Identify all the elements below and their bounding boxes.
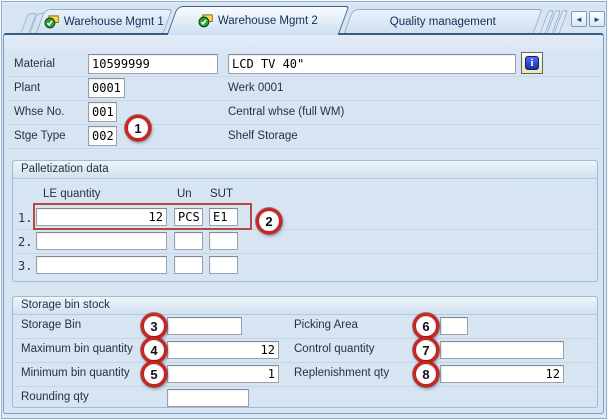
storage-bin-stock-group-title: Storage bin stock bbox=[13, 297, 597, 315]
row-separator bbox=[8, 76, 600, 77]
maximum-bin-quantity-input[interactable] bbox=[167, 341, 279, 359]
stge-type-label: Stge Type bbox=[14, 130, 66, 142]
tab-warehouse-mgmt-1[interactable]: Warehouse Mgmt 1 bbox=[35, 9, 172, 34]
tab-label: Warehouse Mgmt 2 bbox=[218, 15, 318, 27]
stge-type-input[interactable] bbox=[88, 126, 117, 146]
plant-input[interactable] bbox=[88, 78, 125, 98]
annotation-circle-2: 2 bbox=[256, 208, 282, 234]
plant-description: Werk 0001 bbox=[228, 82, 283, 94]
stge-type-description: Shelf Storage bbox=[228, 130, 298, 142]
annotation-circle-8: 8 bbox=[413, 361, 439, 387]
replenishment-qty-input[interactable] bbox=[440, 365, 564, 383]
tab-warehouse-mgmt-2[interactable]: Warehouse Mgmt 2 bbox=[167, 6, 350, 35]
info-icon: i bbox=[525, 56, 539, 70]
le-quantity-input-2[interactable] bbox=[36, 232, 167, 250]
sut-input-3[interactable] bbox=[209, 256, 238, 274]
whse-description: Central whse (full WM) bbox=[228, 106, 344, 118]
annotation-circle-3: 3 bbox=[141, 313, 167, 339]
annotation-circle-4: 4 bbox=[141, 337, 167, 363]
un-input-3[interactable] bbox=[174, 256, 203, 274]
row-separator bbox=[8, 124, 600, 125]
sut-input-2[interactable] bbox=[209, 232, 238, 250]
un-input-2[interactable] bbox=[174, 232, 203, 250]
sut-column-header: SUT bbox=[210, 188, 233, 200]
minimum-bin-quantity-label: Minimum bin quantity bbox=[21, 367, 130, 379]
tab-scroll-left-button[interactable]: ◄ bbox=[571, 11, 587, 27]
storage-bin-stock-group: Storage bin stock Storage Bin Maximum bi… bbox=[12, 296, 598, 408]
material-label: Material bbox=[14, 58, 55, 70]
palletization-group-title: Palletization data bbox=[13, 161, 597, 179]
row-separator bbox=[15, 338, 596, 339]
annotation-circle-1: 1 bbox=[125, 115, 151, 141]
whse-no-label: Whse No. bbox=[14, 106, 65, 118]
row-separator bbox=[15, 253, 596, 254]
maximum-bin-quantity-label: Maximum bin quantity bbox=[21, 343, 133, 355]
rounding-qty-input[interactable] bbox=[167, 389, 249, 407]
arrow-left-icon: ◄ bbox=[575, 15, 583, 24]
storage-bin-input[interactable] bbox=[167, 317, 242, 335]
control-quantity-input[interactable] bbox=[440, 341, 564, 359]
pallet-row-index: 1. bbox=[18, 211, 32, 225]
le-quantity-input-3[interactable] bbox=[36, 256, 167, 274]
row-separator bbox=[8, 148, 600, 149]
control-quantity-label: Control quantity bbox=[294, 343, 375, 355]
pallet-row-index: 3. bbox=[18, 259, 32, 273]
annotation-circle-5: 5 bbox=[141, 361, 167, 387]
plant-label: Plant bbox=[14, 82, 40, 94]
le-quantity-column-header: LE quantity bbox=[43, 188, 101, 200]
palletization-group: Palletization data LE quantity Un SUT 1.… bbox=[12, 160, 598, 282]
tab-quality-management[interactable]: Quality management bbox=[343, 9, 542, 34]
tab-scroll-right-button[interactable]: ► bbox=[589, 11, 605, 27]
arrow-right-icon: ► bbox=[593, 15, 601, 24]
row-separator bbox=[8, 100, 600, 101]
view-check-icon bbox=[44, 15, 59, 29]
pallet-row-index: 2. bbox=[18, 235, 32, 249]
material-input[interactable] bbox=[88, 54, 218, 74]
annotation-circle-7: 7 bbox=[413, 337, 439, 363]
annotation-circle-6: 6 bbox=[413, 313, 439, 339]
annotation-highlight-box bbox=[33, 203, 252, 230]
minimum-bin-quantity-input[interactable] bbox=[167, 365, 279, 383]
un-column-header: Un bbox=[177, 188, 192, 200]
picking-area-label: Picking Area bbox=[294, 319, 358, 331]
material-description-input[interactable] bbox=[228, 54, 516, 74]
whse-no-input[interactable] bbox=[88, 102, 117, 122]
info-button[interactable]: i bbox=[521, 52, 543, 74]
tab-label: Warehouse Mgmt 1 bbox=[64, 16, 164, 28]
sap-window: Warehouse Mgmt 1 Warehouse Mgmt 2 Qualit… bbox=[0, 0, 608, 420]
row-separator bbox=[15, 386, 596, 387]
storage-bin-label: Storage Bin bbox=[21, 319, 81, 331]
rounding-qty-label: Rounding qty bbox=[21, 391, 89, 403]
row-separator bbox=[15, 362, 596, 363]
tab-label: Quality management bbox=[390, 16, 496, 28]
replenishment-qty-label: Replenishment qty bbox=[294, 367, 389, 379]
picking-area-input[interactable] bbox=[440, 317, 468, 335]
view-check-icon bbox=[198, 14, 213, 28]
